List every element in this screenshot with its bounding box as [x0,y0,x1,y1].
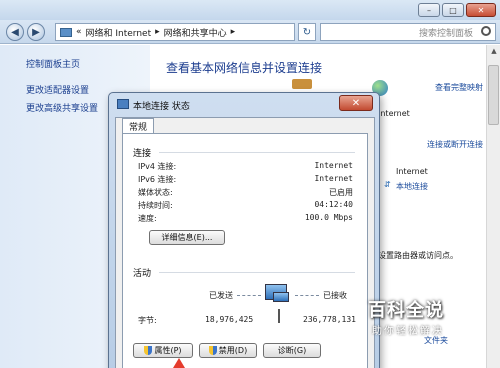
diagnose-button[interactable]: 诊断(G) [263,343,321,358]
network-adapter-icon [117,99,129,109]
scroll-thumb[interactable] [488,65,499,125]
sidebar-item-change-adapter-settings[interactable]: 更改适配器设置 [26,83,89,96]
activity-section-header: 活动 [133,269,152,279]
local-connection-status-dialog: 本地连接 状态 ✕ 常规 连接 IPv4 连接: Internet IPv6 连… [108,92,380,368]
ipv6-label: IPv6 连接: [138,175,177,184]
folder-icon [60,27,72,37]
breadcrumb-network-sharing-center[interactable]: 网络和共享中心 [164,26,227,39]
disable-button[interactable]: 禁用(D) [199,343,257,358]
bytes-sent-value: 18,976,425 [205,315,254,324]
duration-label: 持续时间: [138,201,173,210]
scroll-up-icon[interactable]: ▲ [489,47,499,59]
duration-value: 04:12:40 [314,200,353,209]
bytes-label: 字节: [138,316,157,325]
bytes-received-value: 236,778,131 [303,315,356,324]
internet-top-label: Internet [378,109,410,118]
forward-arrow-icon[interactable]: ▶ [27,23,45,41]
network-cable-icon [278,309,280,323]
breadcrumb-separator[interactable]: ▸ [155,27,160,37]
breadcrumb-prefix[interactable]: « [76,27,82,37]
window-titlebar: – □ ✕ [0,0,500,20]
connection-divider [159,152,355,153]
properties-button-label: 属性(P) [154,346,182,355]
details-button[interactable]: 详细信息(E)... [149,230,225,245]
disable-button-label: 禁用(D) [218,346,248,355]
watermark-sub: 助你轻松解决 [372,326,444,337]
network-monitor-secondary-icon [273,292,289,302]
speed-value: 100.0 Mbps [304,213,353,222]
watermark: 百科全说 助你轻松解决 [360,296,500,346]
network-bench-icon [292,79,312,89]
breadcrumb-separator[interactable]: ▸ [231,27,236,37]
local-connection-link[interactable]: 本地连接 [396,181,428,192]
search-icon[interactable] [481,26,491,36]
received-dash [295,295,319,296]
sidebar-item-change-advanced-sharing[interactable]: 更改高级共享设置 [26,101,98,114]
ipv6-value: Internet [314,174,353,183]
signal-icon: ⇵ [384,180,391,189]
view-full-map-link[interactable]: 查看完整映射 [435,82,483,93]
tab-body: 连接 IPv4 连接: Internet IPv6 连接: Internet 媒… [122,133,368,368]
watermark-main: 百科全说 [368,300,444,321]
router-text: 设置路由器或访问点。 [378,251,458,260]
window-controls: – □ ✕ [418,3,496,17]
sent-label: 已发送 [209,291,233,300]
connection-section-header: 连接 [133,149,152,159]
sidebar-item-control-panel-home[interactable]: 控制面板主页 [26,57,80,70]
sent-dash [237,295,261,296]
search-placeholder: 搜索控制面板 [418,28,473,39]
tab-general[interactable]: 常规 [122,118,154,134]
dialog-close-button[interactable]: ✕ [339,95,373,111]
internet-label: Internet [396,167,428,176]
received-label: 已接收 [323,291,347,300]
media-state-label: 媒体状态: [138,188,173,197]
speed-label: 速度: [138,214,157,223]
activity-divider [159,272,355,273]
close-window-button[interactable]: ✕ [466,3,496,17]
minimize-button[interactable]: – [418,3,440,17]
ipv4-value: Internet [314,161,353,170]
uac-shield-icon [144,346,153,355]
media-state-value: 已启用 [329,188,353,197]
maximize-button[interactable]: □ [442,3,464,17]
dialog-panel: 常规 连接 IPv4 连接: Internet IPv6 连接: Interne… [115,117,375,368]
address-row: ◀ ▶ « 网络和 Internet ▸ 网络和共享中心 ▸ ↻ 搜索控制面板 [0,20,500,44]
connect-disconnect-link[interactable]: 连接或断开连接 [427,139,483,150]
uac-shield-icon [208,346,217,355]
pointer-arrow-icon [173,358,185,368]
ipv4-label: IPv4 连接: [138,162,177,171]
page-title: 查看基本网络信息并设置连接 [166,61,323,75]
breadcrumb-network-internet[interactable]: 网络和 Internet [86,26,152,39]
address-bar[interactable]: « 网络和 Internet ▸ 网络和共享中心 ▸ [55,23,295,41]
dialog-title: 本地连接 状态 [133,102,190,112]
back-arrow-icon[interactable]: ◀ [6,23,24,41]
refresh-icon[interactable]: ↻ [298,23,316,41]
properties-button[interactable]: 属性(P) [133,343,193,358]
search-input[interactable]: 搜索控制面板 [320,23,496,41]
